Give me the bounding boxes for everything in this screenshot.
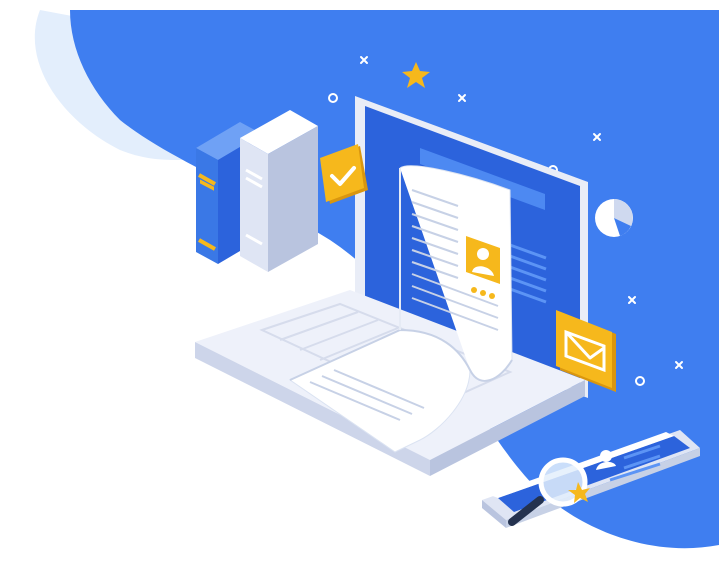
pie-chart-icon (595, 199, 633, 237)
illustration-scene (0, 0, 719, 573)
book-grey (240, 110, 318, 272)
laptop-document-illustration (34, 10, 719, 549)
